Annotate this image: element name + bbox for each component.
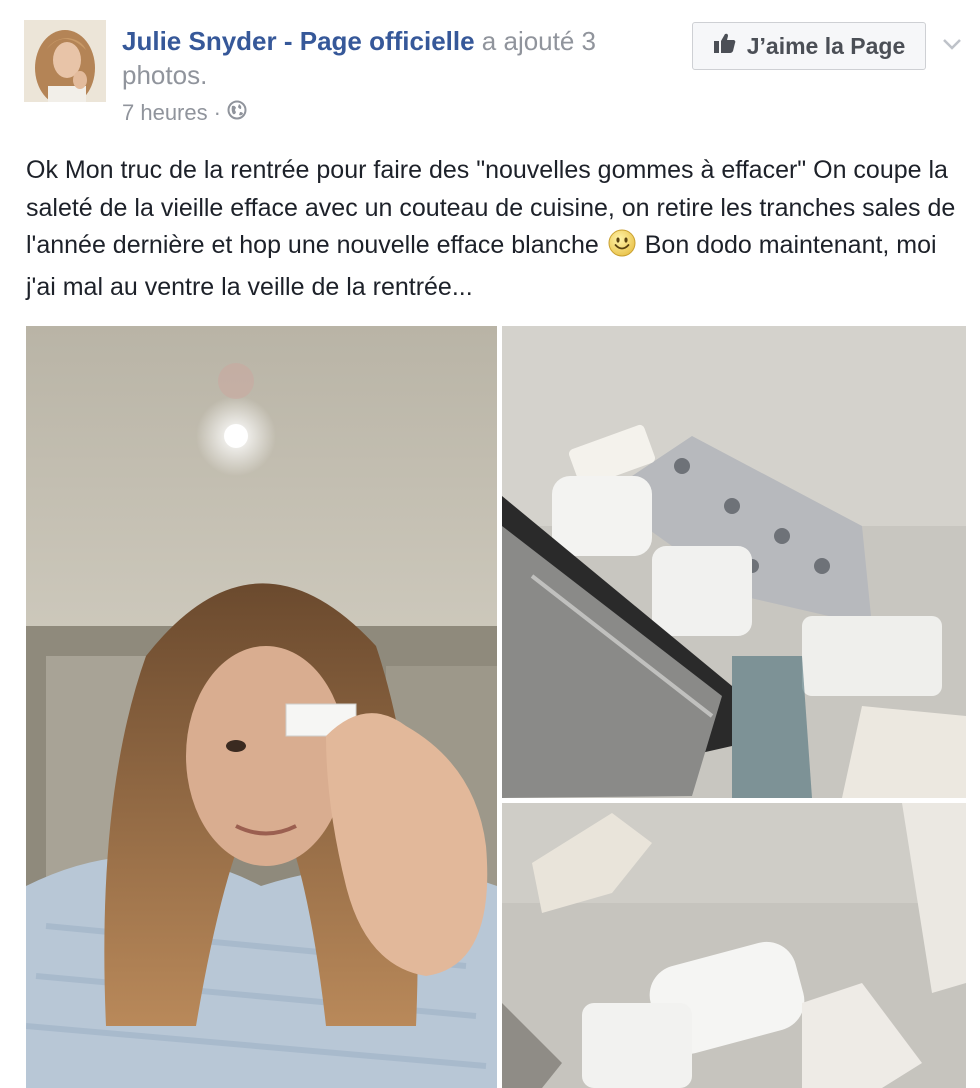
photo-selfie[interactable] bbox=[26, 326, 497, 1088]
page-avatar[interactable] bbox=[24, 20, 106, 102]
selfie-image bbox=[26, 326, 497, 1088]
photo-knife-eraser[interactable] bbox=[502, 326, 966, 798]
facebook-post: Julie Snyder - Page officielle a ajouté … bbox=[0, 0, 980, 1088]
like-page-button[interactable]: J’aime la Page bbox=[692, 22, 926, 70]
post-header: Julie Snyder - Page officielle a ajouté … bbox=[122, 24, 652, 92]
page-name-link[interactable]: Julie Snyder - Page officielle bbox=[122, 26, 475, 56]
smiley-emoji bbox=[608, 229, 636, 269]
post-timestamp[interactable]: 7 heures bbox=[122, 100, 208, 126]
knife-eraser-image bbox=[502, 326, 966, 798]
eraser-pieces-image bbox=[502, 803, 966, 1088]
photo-eraser-pieces[interactable] bbox=[502, 803, 966, 1088]
chevron-down-icon[interactable] bbox=[938, 30, 966, 58]
like-page-label: J’aime la Page bbox=[746, 32, 906, 59]
globe-icon bbox=[227, 100, 247, 126]
post-message: Ok Mon truc de la rentrée pour faire des… bbox=[26, 152, 966, 306]
thumbs-up-icon bbox=[713, 32, 737, 60]
meta-separator: · bbox=[213, 100, 221, 125]
avatar-image bbox=[24, 20, 106, 102]
post-meta: 7 heures · bbox=[122, 100, 247, 126]
